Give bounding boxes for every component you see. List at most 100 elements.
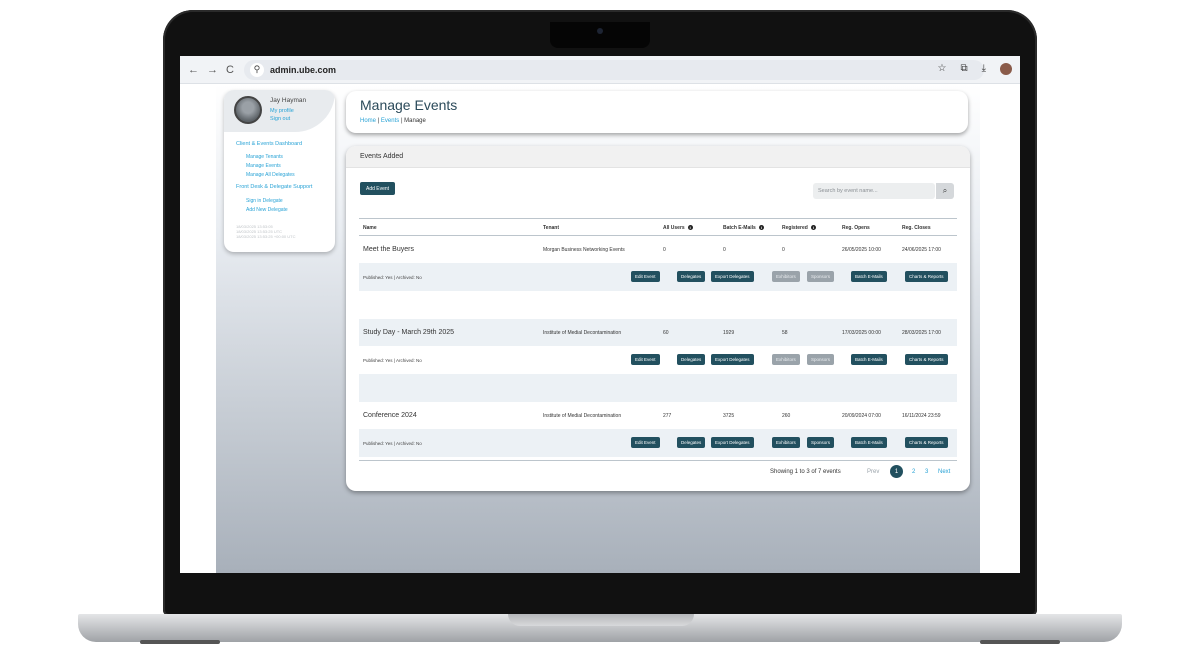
event-registered: 0 xyxy=(782,247,785,253)
nav-client-events-dashboard[interactable]: Client & Events Dashboard xyxy=(236,141,302,147)
event-batch-emails: 0 xyxy=(723,247,726,253)
info-icon[interactable]: i xyxy=(687,225,693,231)
col-reg-closes: Reg. Closes xyxy=(902,225,931,231)
search-button[interactable]: ⌕ xyxy=(936,183,954,199)
event-all-users: 0 xyxy=(663,247,666,253)
charts-reports-button[interactable]: Charts & Reports xyxy=(905,437,948,448)
table-row: Study Day - March 29th 2025 Institute of… xyxy=(359,319,957,402)
download-icon[interactable]: ⤓ xyxy=(982,63,986,75)
export-delegates-button[interactable]: Export Delegates xyxy=(711,271,754,282)
event-reg-closes: 24/06/2025 17:00 xyxy=(902,247,941,253)
timestamp: 18/03/2025 13:53:25 +00:00 UTC xyxy=(236,234,296,239)
camera-notch xyxy=(550,22,650,48)
events-panel-header: Events Added xyxy=(346,146,970,168)
pagination-page-3[interactable]: 3 xyxy=(925,469,928,475)
event-status: Published: Yes | Archived: No xyxy=(363,275,422,280)
batch-emails-button[interactable]: Batch E-Mails xyxy=(851,271,887,282)
event-status: Published: Yes | Archived: No xyxy=(363,358,422,363)
laptop-foot-left xyxy=(140,640,220,644)
delegates-button[interactable]: Delegates xyxy=(677,271,706,282)
pagination-prev[interactable]: Prev xyxy=(867,469,879,475)
page-header: Manage Events Home | Events | Manage xyxy=(346,91,968,133)
event-row-actions: Published: Yes | Archived: No Edit Event… xyxy=(359,263,957,291)
event-name[interactable]: Meet the Buyers xyxy=(363,246,414,253)
breadcrumb-events[interactable]: Events xyxy=(381,118,399,124)
event-all-users: 60 xyxy=(663,330,669,336)
search-icon: ⌕ xyxy=(942,186,948,195)
sponsors-button: Sponsors xyxy=(807,271,835,282)
nav-sign-in-delegate[interactable]: Sign in Delegate xyxy=(246,198,283,204)
nav-manage-all-delegates[interactable]: Manage All Delegates xyxy=(246,172,295,178)
event-row-actions: Published: Yes | Archived: No Edit Event… xyxy=(359,429,957,457)
info-icon[interactable]: i xyxy=(810,225,816,231)
search-input[interactable]: Search by event name... xyxy=(813,183,935,199)
nav-front-desk[interactable]: Front Desk & Delegate Support xyxy=(236,184,312,190)
reload-icon[interactable]: C xyxy=(226,64,234,76)
search-placeholder: Search by event name... xyxy=(818,188,878,194)
pagination-page-2[interactable]: 2 xyxy=(912,469,915,475)
event-batch-emails: 1929 xyxy=(723,330,735,336)
col-batch-emails: Batch E-Mails i xyxy=(723,225,764,231)
charts-reports-button[interactable]: Charts & Reports xyxy=(905,271,948,282)
url-text[interactable]: admin.ube.com xyxy=(270,65,336,75)
page-title: Manage Events xyxy=(360,97,458,113)
delegates-button[interactable]: Delegates xyxy=(677,354,706,365)
event-reg-opens: 20/09/2024 07:00 xyxy=(842,413,881,419)
sponsors-button[interactable]: Sponsors xyxy=(807,437,835,448)
edit-event-button[interactable]: Edit Event xyxy=(631,437,660,448)
edit-event-button[interactable]: Edit Event xyxy=(631,354,660,365)
laptop-screen: ← → C ⚲ admin.ube.com ☆ ⧉ ⤓ Jay Hayman M… xyxy=(180,56,1020,573)
event-registered: 260 xyxy=(782,413,791,419)
browser-actions: ☆ ⧉ ⤓ xyxy=(937,63,1012,75)
event-batch-emails: 3725 xyxy=(723,413,735,419)
showing-count: Showing 1 to 3 of 7 events xyxy=(770,469,841,475)
info-icon[interactable]: i xyxy=(758,225,764,231)
profile-avatar-icon[interactable] xyxy=(1000,63,1012,75)
event-row-main: Study Day - March 29th 2025 Institute of… xyxy=(359,319,957,346)
bookmark-star-icon[interactable]: ☆ xyxy=(937,63,946,75)
event-name[interactable]: Conference 2024 xyxy=(363,412,417,419)
col-registered: Registered i xyxy=(782,225,816,231)
event-reg-closes: 16/11/2024 23:59 xyxy=(902,413,941,419)
pagination-next[interactable]: Next xyxy=(938,469,950,475)
address-bar[interactable]: ⚲ admin.ube.com xyxy=(243,59,984,80)
forward-icon[interactable]: → xyxy=(207,64,218,76)
charts-reports-button[interactable]: Charts & Reports xyxy=(905,354,948,365)
exhibitors-button: Exhibitors xyxy=(772,354,800,365)
avatar xyxy=(234,96,262,124)
row-spacer xyxy=(359,291,957,319)
event-registered: 58 xyxy=(782,330,788,336)
nav-manage-events[interactable]: Manage Events xyxy=(246,163,281,169)
event-row-actions: Published: Yes | Archived: No Edit Event… xyxy=(359,346,957,374)
batch-emails-button[interactable]: Batch E-Mails xyxy=(851,354,887,365)
event-status: Published: Yes | Archived: No xyxy=(363,441,422,446)
sign-out-link[interactable]: Sign out xyxy=(270,116,290,122)
events-table: Name Tenant All Users i Batch E-Mails i Re… xyxy=(359,218,957,485)
add-event-button[interactable]: Add Event xyxy=(360,182,396,195)
breadcrumb: Home | Events | Manage xyxy=(360,118,426,124)
event-row-main: Conference 2024 Institute of Medial Deco… xyxy=(359,402,957,429)
exhibitors-button[interactable]: Exhibitors xyxy=(772,437,800,448)
nav-add-new-delegate[interactable]: Add New Delegate xyxy=(246,207,288,213)
user-card: Jay Hayman My profile Sign out xyxy=(224,90,335,132)
back-icon[interactable]: ← xyxy=(188,64,199,76)
breadcrumb-current: Manage xyxy=(404,118,426,124)
nav-manage-tenants[interactable]: Manage Tenants xyxy=(246,154,283,160)
edit-event-button[interactable]: Edit Event xyxy=(631,271,660,282)
site-settings-icon[interactable]: ⚲ xyxy=(249,62,264,77)
export-delegates-button[interactable]: Export Delegates xyxy=(711,354,754,365)
extensions-icon[interactable]: ⧉ xyxy=(960,63,967,75)
event-tenant: Institute of Medial Decontamination xyxy=(543,413,622,419)
event-name[interactable]: Study Day - March 29th 2025 xyxy=(363,329,454,336)
sidebar: Jay Hayman My profile Sign out Client & … xyxy=(224,90,335,252)
batch-emails-button[interactable]: Batch E-Mails xyxy=(851,437,887,448)
export-delegates-button[interactable]: Export Delegates xyxy=(711,437,754,448)
breadcrumb-home[interactable]: Home xyxy=(360,118,376,124)
my-profile-link[interactable]: My profile xyxy=(270,108,294,114)
exhibitors-button: Exhibitors xyxy=(772,271,800,282)
camera-icon xyxy=(597,28,603,34)
pagination-page-1[interactable]: 1 xyxy=(890,465,903,478)
table-row: Meet the Buyers Morgan Business Networki… xyxy=(359,236,957,319)
delegates-button[interactable]: Delegates xyxy=(677,437,706,448)
laptop-groove xyxy=(508,614,694,626)
